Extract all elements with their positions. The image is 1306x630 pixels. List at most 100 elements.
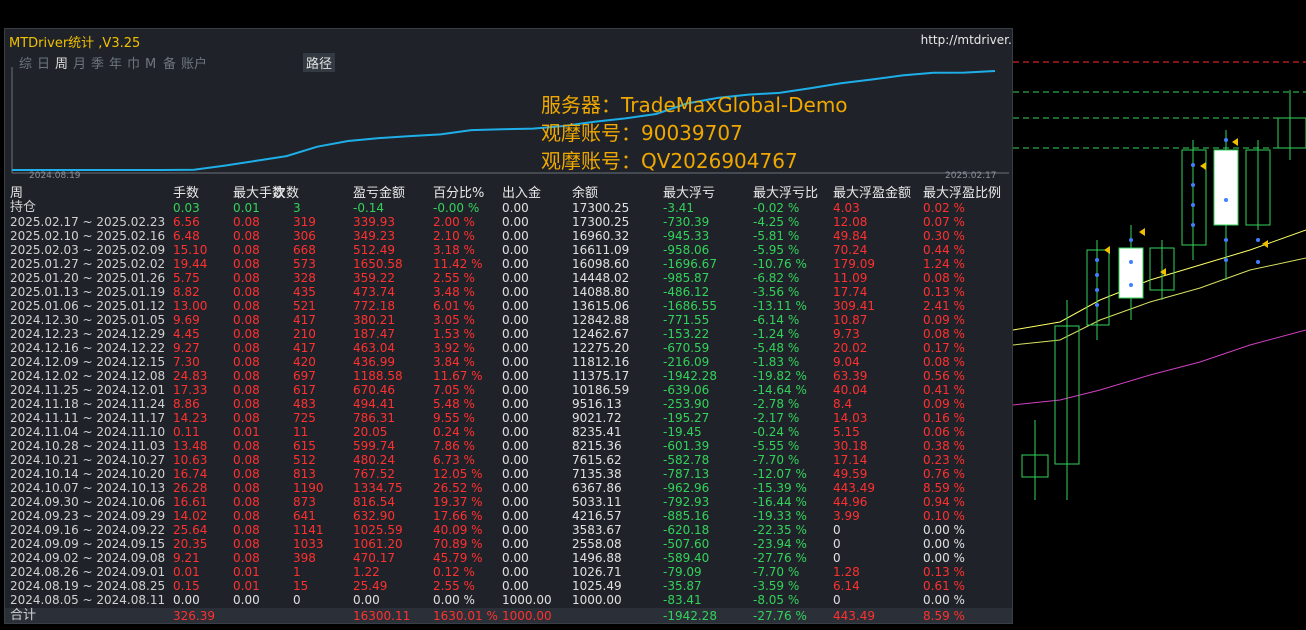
cell-count: 319 bbox=[293, 215, 316, 229]
cell-max-lots: 0.08 bbox=[233, 271, 260, 285]
cell-max-lots: 0.08 bbox=[233, 383, 260, 397]
cell-lots: 20.35 bbox=[173, 537, 208, 551]
cell-max-float-profit-pct: 0.13 % bbox=[923, 285, 965, 299]
cell-max-float-profit-pct: 0.08 % bbox=[923, 327, 965, 341]
cell-deposit: 0.00 bbox=[502, 579, 529, 593]
cell-max-float-profit-pct: 0.23 % bbox=[923, 453, 965, 467]
column-header-6: 出入金 bbox=[502, 186, 542, 201]
cell-deposit: 0.00 bbox=[502, 383, 529, 397]
cell-deposit: 0.00 bbox=[502, 313, 529, 327]
cell-max-float-loss: -670.59 bbox=[663, 341, 710, 355]
cell-balance: 17300.25 bbox=[572, 215, 630, 229]
cell-max-float-profit: 70.24 bbox=[833, 243, 868, 257]
statistics-panel: MTDriver统计 ,V3.25 http://mtdriver.cn 综日周… bbox=[4, 28, 1013, 624]
cell-period: 2024.08.19 ~ 2024.08.25 bbox=[10, 579, 166, 593]
cell-pct: 2.00 % bbox=[433, 215, 475, 229]
cell-pnl: 599.74 bbox=[353, 439, 395, 453]
position-max-float-profit-pct: 0.02 % bbox=[923, 201, 965, 215]
cell-count: 0 bbox=[293, 593, 301, 607]
account-info-overlay: 服务器：TradeMaxGlobal-Demo 观摩账号：90039707 观摩… bbox=[541, 91, 848, 175]
cell-period: 2024.09.16 ~ 2024.09.22 bbox=[10, 523, 166, 537]
cell-max-lots: 0.08 bbox=[233, 313, 260, 327]
cell-pct: 6.73 % bbox=[433, 453, 475, 467]
cell-max-float-profit-pct: 0.10 % bbox=[923, 509, 965, 523]
table-row: 2024.08.05 ~ 2024.08.11 0.00 0.00 0 0.00 0.00… bbox=[5, 593, 1012, 607]
cell-max-lots: 0.08 bbox=[233, 481, 260, 495]
table-row: 2024.09.02 ~ 2024.09.08 9.21 0.08 398 470.17… bbox=[5, 551, 1012, 565]
cell-balance: 1000.00 bbox=[572, 593, 622, 607]
cell-period: 2024.09.30 ~ 2024.10.06 bbox=[10, 495, 166, 509]
cell-count: 11 bbox=[293, 425, 309, 439]
cell-max-float-profit-pct: 0.09 % bbox=[923, 313, 965, 327]
cell-lots: 9.27 bbox=[173, 341, 200, 355]
cell-balance: 14088.80 bbox=[572, 285, 630, 299]
cell-balance: 12462.67 bbox=[572, 327, 630, 341]
cell-max-float-loss-pct: -27.76 % bbox=[753, 551, 807, 565]
cell-period: 2024.09.09 ~ 2024.09.15 bbox=[10, 537, 166, 551]
cell-max-float-loss: -958.06 bbox=[663, 243, 710, 257]
cell-pct: 0.00 % bbox=[433, 593, 475, 607]
position-max-float-profit: 4.03 bbox=[833, 201, 860, 215]
cell-max-float-profit: 3.99 bbox=[833, 509, 860, 523]
cell-max-float-profit: 179.09 bbox=[833, 257, 875, 271]
cell-balance: 9021.72 bbox=[572, 411, 622, 425]
cell-max-float-profit: 10.87 bbox=[833, 313, 868, 327]
cell-lots: 0.11 bbox=[173, 425, 200, 439]
cell-period: 2025.01.06 ~ 2025.01.12 bbox=[10, 299, 166, 313]
cell-deposit: 0.00 bbox=[502, 495, 529, 509]
cell-max-lots: 0.08 bbox=[233, 467, 260, 481]
column-header-8: 最大浮亏 bbox=[663, 186, 716, 201]
cell-max-float-profit: 0 bbox=[833, 593, 841, 607]
cell-max-float-profit: 20.02 bbox=[833, 341, 868, 355]
cell-count: 617 bbox=[293, 383, 316, 397]
table-row: 2024.09.23 ~ 2024.09.29 14.02 0.08 641 632.9… bbox=[5, 509, 1012, 523]
website-link[interactable]: http://mtdriver.cn bbox=[921, 33, 1012, 47]
cell-max-lots: 0.08 bbox=[233, 229, 260, 243]
cell-pct: 12.05 % bbox=[433, 467, 483, 481]
cell-max-lots: 0.08 bbox=[233, 341, 260, 355]
cell-deposit: 0.00 bbox=[502, 425, 529, 439]
cell-count: 328 bbox=[293, 271, 316, 285]
cell-max-float-profit-pct: 0.00 % bbox=[923, 551, 965, 565]
cell-count: 398 bbox=[293, 551, 316, 565]
table-header: 周手数 最大手数 次数 盈亏金额 百分比% 出入金 余额 最大浮亏 最大浮亏比 最大浮盈金额 最大浮… bbox=[5, 186, 1012, 201]
total-max-float-loss: -1942.28 bbox=[663, 609, 717, 623]
cell-period: 2025.02.17 ~ 2025.02.23 bbox=[10, 215, 166, 229]
cell-balance: 1026.71 bbox=[572, 565, 622, 579]
cell-lots: 7.30 bbox=[173, 355, 200, 369]
cell-balance: 14448.02 bbox=[572, 271, 630, 285]
cell-count: 725 bbox=[293, 411, 316, 425]
cell-pnl: 463.04 bbox=[353, 341, 395, 355]
cell-max-float-profit-pct: 0.61 % bbox=[923, 579, 965, 593]
cell-pct: 11.67 % bbox=[433, 369, 483, 383]
table-row: 2024.12.02 ~ 2024.12.08 24.83 0.08 697 1188.… bbox=[5, 369, 1012, 383]
cell-pct: 7.05 % bbox=[433, 383, 475, 397]
table-row: 2024.11.04 ~ 2024.11.10 0.11 0.01 11 20.05 0.… bbox=[5, 425, 1012, 439]
cell-max-float-profit-pct: 0.94 % bbox=[923, 495, 965, 509]
table-row: 2024.10.21 ~ 2024.10.27 10.63 0.08 512 480.2… bbox=[5, 453, 1012, 467]
cell-max-float-profit-pct: 0.06 % bbox=[923, 425, 965, 439]
cell-lots: 15.10 bbox=[173, 243, 208, 257]
cell-deposit: 0.00 bbox=[502, 341, 529, 355]
watch-account-1: 观摩账号：90039707 bbox=[541, 121, 743, 145]
cell-deposit: 0.00 bbox=[502, 369, 529, 383]
cell-lots: 0.01 bbox=[173, 565, 200, 579]
cell-max-float-profit: 14.03 bbox=[833, 411, 868, 425]
cell-max-float-profit-pct: 0.08 % bbox=[923, 355, 965, 369]
table-row: 2024.12.16 ~ 2024.12.22 9.27 0.08 417 463.04… bbox=[5, 341, 1012, 355]
cell-max-float-profit-pct: 0.56 % bbox=[923, 369, 965, 383]
cell-count: 521 bbox=[293, 299, 316, 313]
cell-max-float-loss-pct: -19.33 % bbox=[753, 509, 807, 523]
cell-lots: 14.02 bbox=[173, 509, 208, 523]
cell-max-float-loss-pct: -12.07 % bbox=[753, 467, 807, 481]
column-header-10: 最大浮盈金额 bbox=[833, 186, 912, 201]
cell-max-float-profit: 9.73 bbox=[833, 327, 860, 341]
table-row: 2024.12.30 ~ 2025.01.05 9.69 0.08 417 380.21… bbox=[5, 313, 1012, 327]
cell-period: 2024.12.16 ~ 2024.12.22 bbox=[10, 341, 166, 355]
cell-count: 573 bbox=[293, 257, 316, 271]
cell-pnl: 480.24 bbox=[353, 453, 395, 467]
cell-lots: 9.21 bbox=[173, 551, 200, 565]
cell-period: 2024.12.23 ~ 2024.12.29 bbox=[10, 327, 166, 341]
cell-pnl: 1650.58 bbox=[353, 257, 403, 271]
cell-balance: 3583.67 bbox=[572, 523, 622, 537]
